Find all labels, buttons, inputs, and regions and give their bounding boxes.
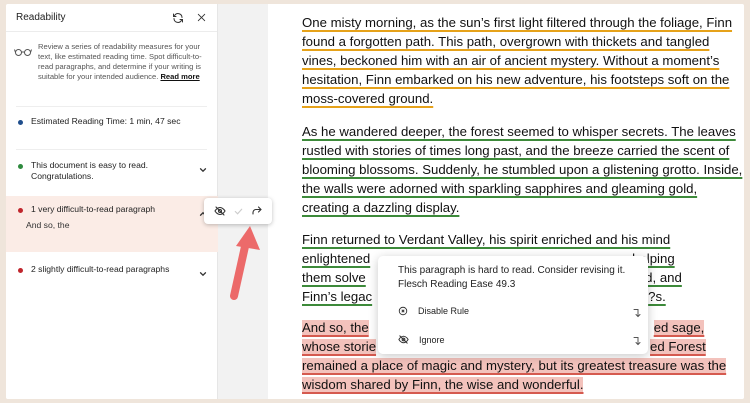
ignore-button[interactable]: Ignore — [398, 334, 445, 345]
disable-rule-button[interactable]: Disable Rule — [398, 306, 469, 316]
disable-rule-icon — [398, 306, 408, 316]
sidebar-header: Readability — [6, 4, 217, 32]
sidebar-item-label: 1 very difficult-to-read paragraph — [31, 204, 156, 214]
status-dot — [18, 120, 23, 125]
readability-popover: This paragraph is hard to read. Consider… — [378, 256, 648, 354]
refresh-icon[interactable] — [172, 12, 184, 24]
glasses-icon — [14, 42, 32, 82]
return-icon[interactable] — [632, 308, 642, 320]
paragraph-line: whose storie — [302, 339, 377, 354]
divider — [16, 106, 207, 107]
paragraph-line: wisdom shared by Finn, the wise and wond… — [302, 377, 584, 392]
paragraph-line: them solve — [302, 270, 366, 285]
status-dot — [18, 268, 23, 273]
sidebar-intro: Review a series of readability measures … — [6, 32, 217, 88]
paragraph-line: Finn’s legac — [302, 289, 373, 304]
disable-rule-label: Disable Rule — [418, 306, 470, 316]
paragraph-text: As he wandered deeper, the forest seemed… — [302, 124, 743, 215]
sidebar-item-reading-time: Estimated Reading Time: 1 min, 47 sec — [6, 116, 218, 127]
intro-text: Review a series of readability measures … — [38, 42, 207, 82]
ignore-label: Ignore — [419, 334, 445, 345]
paragraph-line: And so, the — [302, 320, 369, 335]
redo-icon[interactable] — [251, 205, 263, 217]
eye-off-icon — [398, 335, 409, 344]
eye-off-icon[interactable] — [213, 205, 226, 217]
sidebar-item-easy-to-read[interactable]: This document is easy to read. Congratul… — [6, 160, 218, 182]
paragraph-text: One misty morning, as the sun’s first li… — [302, 15, 733, 106]
app-frame: Readability Review a series of readabili… — [6, 4, 744, 399]
sidebar-item-very-difficult[interactable]: 1 very difficult-to-read paragraph And s… — [6, 196, 218, 252]
paragraph-2[interactable]: As he wandered deeper, the forest seemed… — [302, 122, 744, 217]
chevron-down-icon[interactable] — [198, 162, 208, 180]
paragraph-line: ed sage, — [653, 320, 705, 335]
paragraph-line: ?s. — [648, 289, 666, 304]
check-icon[interactable] — [233, 206, 244, 217]
read-more-link[interactable]: Read more — [160, 72, 199, 81]
sidebar-item-label: Estimated Reading Time: 1 min, 47 sec — [31, 116, 181, 126]
divider — [16, 149, 207, 150]
paragraph-mini-toolbar — [204, 198, 272, 224]
paragraph-line: Finn returned to Verdant Valley, his spi… — [302, 232, 671, 247]
readability-sidebar: Readability Review a series of readabili… — [6, 4, 218, 399]
sidebar-title: Readability — [16, 12, 66, 23]
sidebar-item-label: 2 slightly difficult-to-read paragraphs — [31, 264, 170, 274]
paragraph-line: ed Forest — [650, 339, 706, 354]
status-dot — [18, 208, 23, 213]
return-icon[interactable] — [632, 336, 642, 348]
status-dot — [18, 164, 23, 169]
close-icon[interactable] — [196, 12, 207, 23]
chevron-down-icon[interactable] — [198, 266, 208, 284]
popover-message: This paragraph is hard to read. Consider… — [398, 265, 626, 290]
sidebar-item-slightly-difficult[interactable]: 2 slightly difficult-to-read paragraphs — [6, 264, 218, 284]
paragraph-1[interactable]: One misty morning, as the sun’s first li… — [302, 13, 744, 108]
annotation-arrow-icon — [230, 226, 260, 300]
sidebar-item-label: This document is easy to read. Congratul… — [31, 160, 149, 181]
paragraph-line: remained a place of magic and mystery, b… — [302, 358, 727, 373]
paragraph-line: enlightened — [302, 251, 371, 266]
paragraph-excerpt[interactable]: And so, the — [26, 220, 69, 230]
